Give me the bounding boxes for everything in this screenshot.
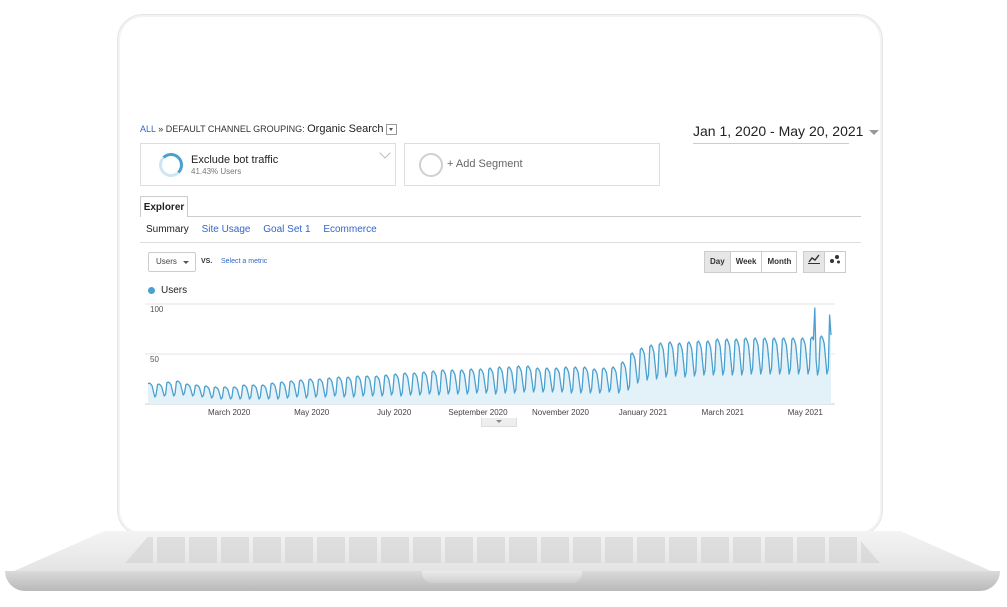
chart-expander-handle[interactable] (481, 418, 517, 427)
x-tick-label: May 2021 (788, 408, 824, 417)
breadcrumb: ALL » DEFAULT CHANNEL GROUPING: Organic … (140, 123, 398, 136)
y-tick-label: 50 (150, 355, 159, 364)
week-button[interactable]: Week (729, 252, 762, 272)
x-tick-label: November 2020 (532, 408, 589, 417)
legend-dot (148, 286, 155, 294)
x-tick-label: March 2020 (208, 408, 251, 417)
date-range-label: Jan 1, 2020 - May 20, 2021 (693, 123, 864, 139)
segment-title: Exclude bot traffic (191, 154, 279, 166)
chart-type-group (803, 251, 846, 273)
x-tick-label: March 2021 (702, 408, 745, 417)
laptop-screen (128, 34, 870, 524)
segment-ring-icon (159, 153, 183, 177)
breadcrumb-separator: » (158, 124, 164, 134)
vs-label: VS. (201, 258, 213, 265)
x-tick-label: May 2020 (294, 408, 330, 417)
y-tick-label: 100 (150, 305, 164, 314)
add-segment-ring-icon (419, 153, 443, 177)
add-segment-label: + Add Segment (447, 158, 523, 170)
add-segment-card[interactable]: + Add Segment (404, 143, 660, 186)
chevron-down-icon (869, 129, 880, 135)
breadcrumb-all-link[interactable]: ALL (140, 124, 156, 134)
subtab-divider (140, 242, 861, 243)
legend-label: Users (161, 285, 188, 296)
period-button-group: Day Week Month (704, 251, 798, 273)
month-button[interactable]: Month (761, 252, 797, 272)
subtab-site-usage[interactable]: Site Usage (202, 224, 251, 235)
subtab-goal-set-1[interactable]: Goal Set 1 (263, 224, 310, 235)
metric-dropdown[interactable]: Users (148, 252, 196, 272)
chevron-down-icon (183, 261, 189, 264)
chart-legend: Users (148, 285, 187, 296)
x-tick-label: September 2020 (448, 408, 508, 417)
subtab-bar: Summary Site Usage Goal Set 1 Ecommerce (146, 224, 387, 235)
users-area-fill (148, 308, 831, 404)
motion-chart-icon[interactable] (824, 252, 845, 272)
subtab-ecommerce[interactable]: Ecommerce (323, 224, 376, 235)
users-area-chart[interactable]: 100 50 March 2020 May 2020 July 2020 Septembe… (145, 298, 835, 418)
subtab-summary[interactable]: Summary (146, 224, 189, 235)
tab-divider (140, 216, 861, 217)
select-metric-link[interactable]: Select a metric (221, 258, 267, 265)
breadcrumb-selected: Organic Search (307, 123, 384, 135)
breadcrumb-dropdown-icon[interactable] (386, 124, 398, 136)
lid-notch (422, 571, 582, 583)
day-button[interactable]: Day (705, 252, 730, 272)
tab-explorer[interactable]: Explorer (140, 196, 188, 217)
date-range-picker[interactable]: Jan 1, 2020 - May 20, 2021 (693, 123, 880, 144)
segment-card-exclude-bot[interactable]: Exclude bot traffic 41.43% Users (140, 143, 396, 186)
line-chart-icon[interactable] (804, 252, 824, 272)
keyboard-keys (125, 537, 880, 563)
breadcrumb-group-label: DEFAULT CHANNEL GROUPING: (165, 124, 305, 134)
segment-subtitle: 41.43% Users (191, 167, 242, 176)
laptop-base (5, 531, 1000, 593)
x-tick-label: July 2020 (377, 408, 412, 417)
metric-dropdown-value: Users (156, 257, 177, 266)
chevron-down-icon[interactable] (379, 147, 391, 159)
x-tick-label: January 2021 (619, 408, 668, 417)
